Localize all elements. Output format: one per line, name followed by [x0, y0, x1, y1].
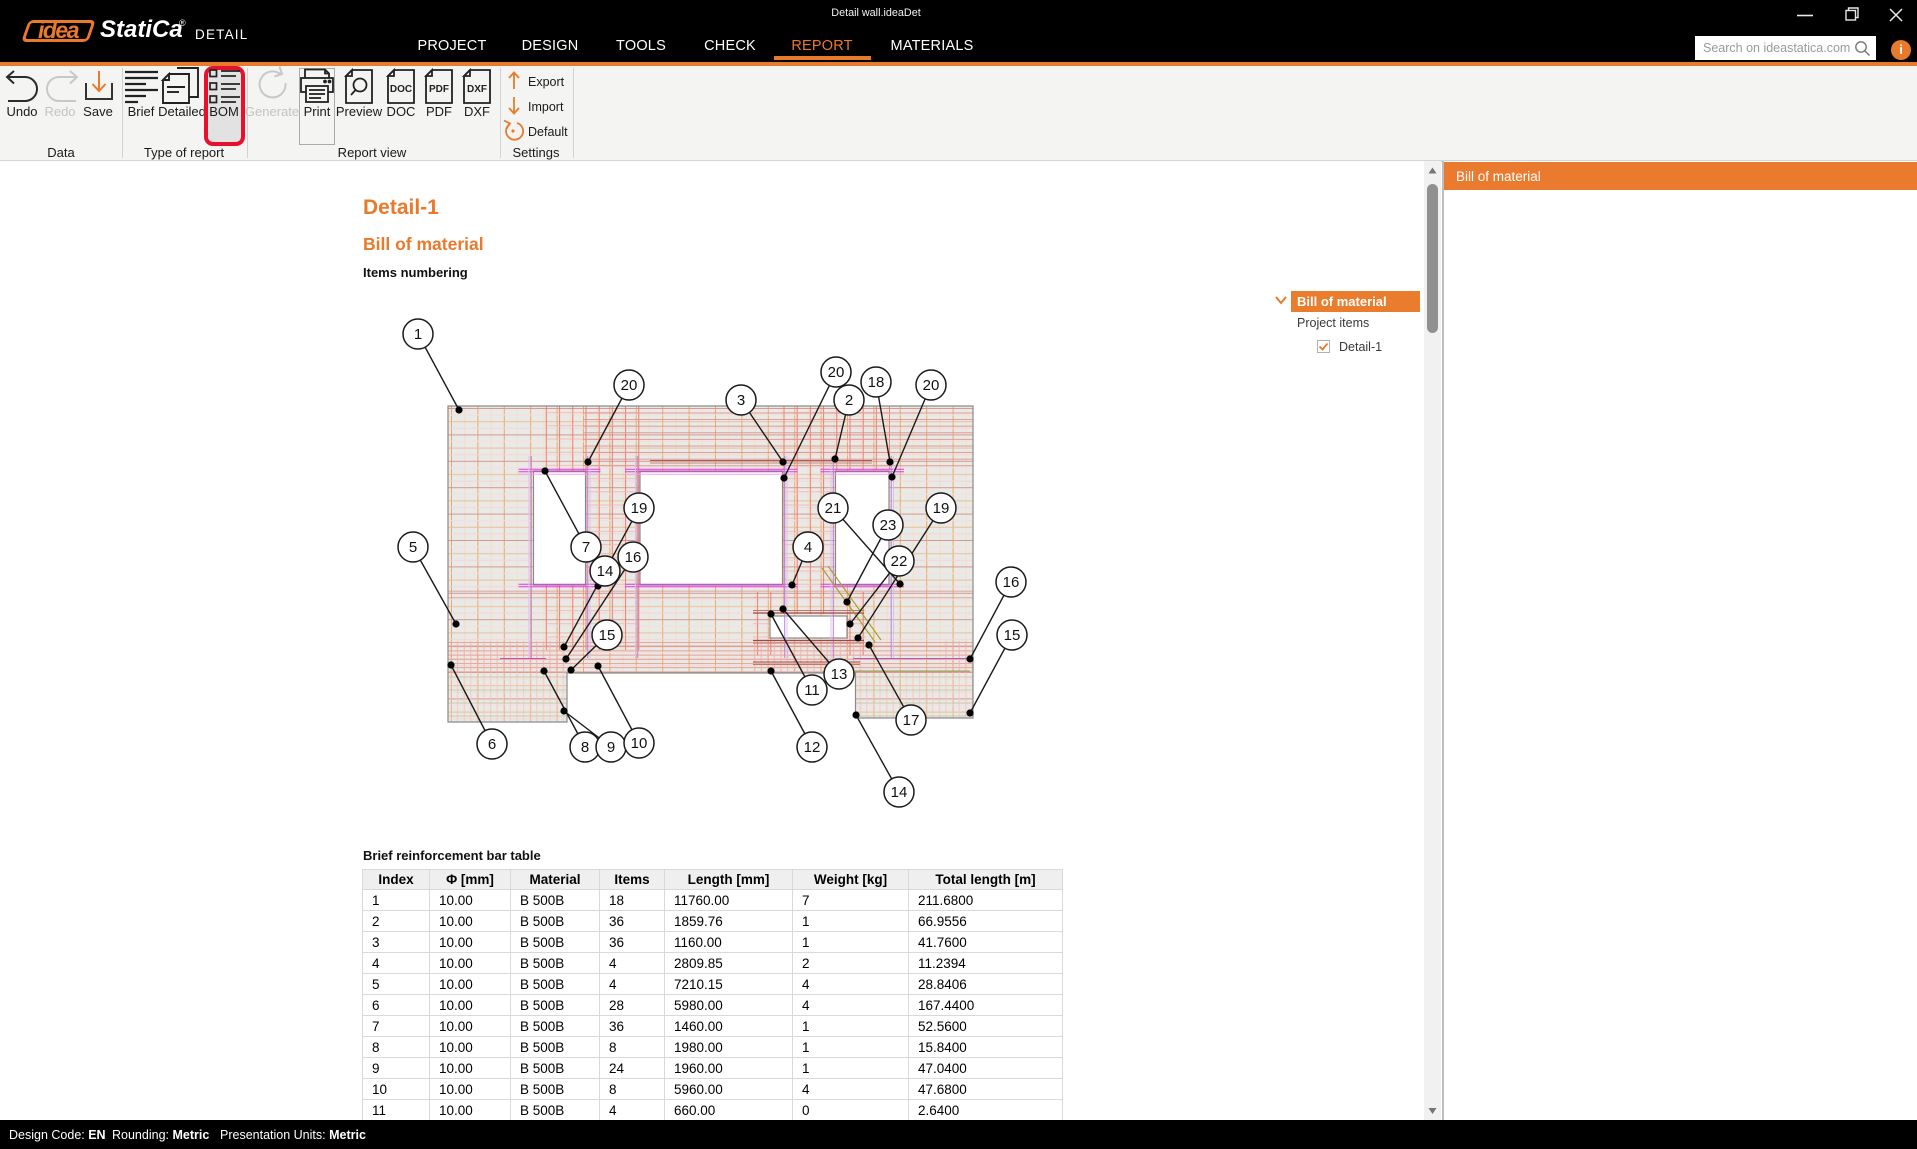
- svg-text:20: 20: [923, 377, 940, 394]
- svg-text:6: 6: [488, 736, 496, 753]
- svg-text:17: 17: [903, 712, 920, 729]
- svg-text:21: 21: [825, 500, 842, 517]
- svg-text:22: 22: [891, 553, 908, 570]
- svg-text:DXF: DXF: [467, 84, 487, 95]
- svg-text:19: 19: [631, 500, 648, 517]
- svg-text:13: 13: [831, 666, 848, 683]
- svg-text:11: 11: [804, 682, 820, 699]
- svg-text:5: 5: [409, 539, 417, 556]
- svg-text:16: 16: [625, 549, 642, 566]
- svg-text:15: 15: [599, 627, 616, 644]
- svg-text:16: 16: [1003, 574, 1020, 591]
- svg-text:18: 18: [868, 374, 885, 391]
- svg-text:9: 9: [607, 739, 615, 756]
- svg-text:14: 14: [891, 784, 908, 801]
- svg-text:15: 15: [1004, 627, 1021, 644]
- svg-text:19: 19: [933, 500, 950, 517]
- svg-text:PDF: PDF: [429, 84, 449, 95]
- svg-text:DOC: DOC: [390, 84, 412, 95]
- svg-text:20: 20: [828, 364, 845, 381]
- svg-text:10: 10: [631, 735, 648, 752]
- svg-text:8: 8: [581, 739, 589, 756]
- svg-text:23: 23: [880, 517, 897, 534]
- svg-text:14: 14: [597, 563, 614, 580]
- svg-text:12: 12: [804, 739, 821, 756]
- svg-text:2: 2: [845, 392, 853, 409]
- svg-text:7: 7: [582, 539, 590, 556]
- svg-text:3: 3: [737, 392, 745, 409]
- svg-text:1: 1: [414, 326, 422, 343]
- svg-text:20: 20: [621, 377, 638, 394]
- svg-text:4: 4: [804, 539, 812, 556]
